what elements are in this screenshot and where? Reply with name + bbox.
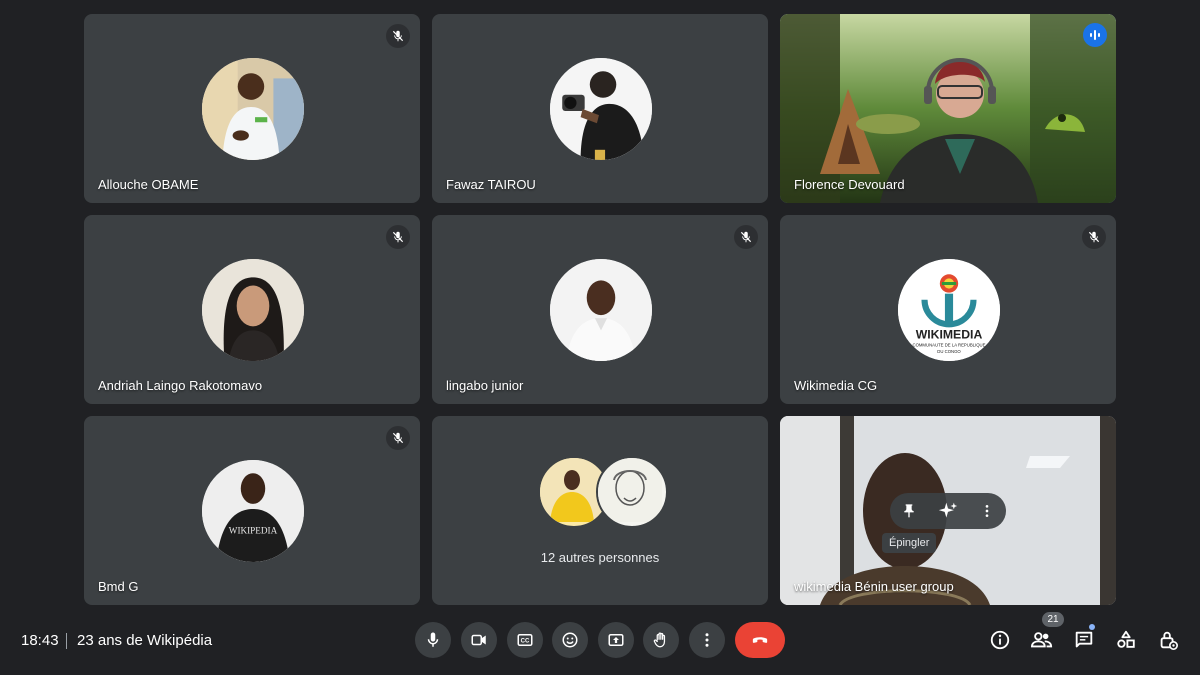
clock: 18:43 xyxy=(21,632,59,649)
hangup-icon xyxy=(752,637,768,643)
participants-count-badge: 21 xyxy=(1042,612,1064,627)
speaking-icon xyxy=(1083,23,1107,47)
avatar xyxy=(596,456,668,528)
chat-icon xyxy=(1075,631,1093,648)
avatar xyxy=(550,259,652,361)
others-count-label: 12 autres personnes xyxy=(540,550,660,565)
host-controls-icon xyxy=(1160,631,1178,650)
participant-name: Bmd G xyxy=(98,579,139,594)
participant-tile[interactable]: WIKIPEDIA Bmd G xyxy=(84,416,420,605)
microphone-button[interactable] xyxy=(415,622,451,658)
raise-hand-button[interactable] xyxy=(643,622,679,658)
participant-name: Florence Devouard xyxy=(794,177,905,192)
camera-button[interactable] xyxy=(461,622,497,658)
meeting-title: 23 ans de Wikipédia xyxy=(77,632,213,649)
reactions-button[interactable] xyxy=(552,622,588,658)
more-icon[interactable] xyxy=(971,495,1003,527)
participant-grid: Allouche OBAME Fawaz TAIROU Florence Dev… xyxy=(0,0,1200,610)
video-feed xyxy=(780,14,1116,203)
mic-icon xyxy=(427,632,439,647)
svg-text:CC: CC xyxy=(521,639,530,645)
mic-off-icon xyxy=(386,24,410,48)
mic-off-icon xyxy=(734,225,758,249)
shirt-text: WIKIPEDIA xyxy=(229,525,278,535)
avatar xyxy=(202,58,304,160)
host-controls-button[interactable] xyxy=(1154,626,1182,654)
logo-subtitle: DU CONGO xyxy=(937,349,961,354)
wikimedia-logo: WIKIMEDIA COMMUNAUTE DE LA REPUBLIQUE DU… xyxy=(898,259,1000,361)
mic-off-icon xyxy=(1082,225,1106,249)
participant-tile[interactable]: Fawaz TAIROU xyxy=(432,14,768,203)
pin-icon[interactable] xyxy=(893,495,925,527)
leave-call-button[interactable] xyxy=(735,622,785,658)
participant-tile-active-speaker[interactable]: Florence Devouard xyxy=(780,14,1116,203)
people-button[interactable] xyxy=(1028,626,1056,654)
tooltip: Épingler xyxy=(882,533,937,553)
participant-tile[interactable]: Épingler wikimedia Bénin user group xyxy=(780,416,1116,605)
present-button[interactable] xyxy=(598,622,634,658)
logo-title: WIKIMEDIA xyxy=(916,328,983,342)
participant-name: lingabo junior xyxy=(446,378,524,393)
mic-off-icon xyxy=(386,426,410,450)
participant-tile[interactable]: Allouche OBAME xyxy=(84,14,420,203)
avatar: WIKIPEDIA xyxy=(202,460,304,562)
divider xyxy=(66,633,67,649)
participant-name: Fawaz TAIROU xyxy=(446,177,536,192)
present-icon xyxy=(608,634,624,646)
participant-tile[interactable]: Andriah Laingo Rakotomavo xyxy=(84,215,420,404)
participant-name: Wikimedia CG xyxy=(794,378,878,393)
participant-tile[interactable]: WIKIMEDIA COMMUNAUTE DE LA REPUBLIQUE DU… xyxy=(780,215,1116,404)
captions-icon: CC xyxy=(517,634,533,646)
mic-off-icon xyxy=(386,225,410,249)
more-options-button[interactable] xyxy=(689,622,725,658)
logo-subtitle: COMMUNAUTE DE LA REPUBLIQUE xyxy=(912,343,985,348)
activities-icon xyxy=(1117,630,1135,648)
more-icon xyxy=(705,633,709,647)
activities-button[interactable] xyxy=(1112,626,1140,654)
hand-icon xyxy=(653,632,666,648)
sparkle-icon[interactable] xyxy=(932,495,964,527)
camera-icon xyxy=(471,634,486,646)
participant-tile[interactable]: lingabo junior xyxy=(432,215,768,404)
participant-name: Allouche OBAME xyxy=(98,177,199,192)
participant-name: wikimedia Bénin user group xyxy=(794,579,954,594)
others-tile[interactable]: 12 autres personnes xyxy=(432,416,768,605)
chat-button[interactable] xyxy=(1070,626,1098,654)
tile-hover-controls xyxy=(890,493,1006,529)
participant-name: Andriah Laingo Rakotomavo xyxy=(98,378,263,393)
captions-button[interactable]: CC xyxy=(507,622,543,658)
info-icon xyxy=(990,630,1010,650)
others-avatars xyxy=(432,456,768,528)
control-bar: 18:43 23 ans de Wikipédia CC 21 xyxy=(0,610,1200,675)
avatar xyxy=(550,58,652,160)
emoji-icon xyxy=(562,632,578,648)
avatar xyxy=(202,259,304,361)
people-icon xyxy=(1030,632,1053,648)
meeting-details-button[interactable] xyxy=(986,626,1014,654)
